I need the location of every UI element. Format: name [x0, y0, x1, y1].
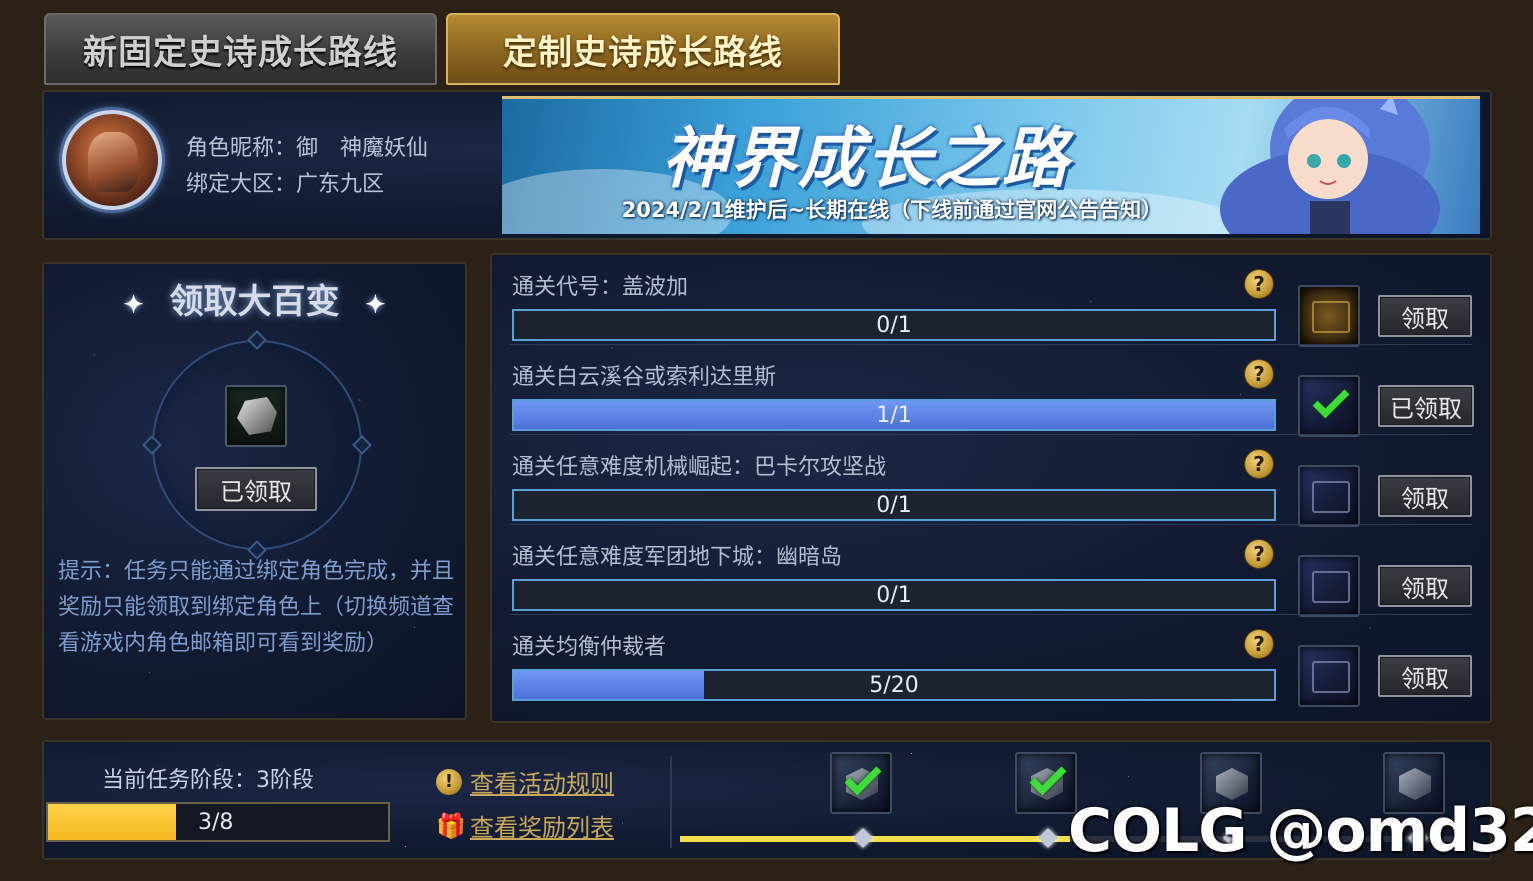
crystal-box-icon	[1312, 661, 1350, 693]
stage-reward-slot[interactable]	[830, 752, 892, 814]
quest-progress-bar: 0/1	[512, 309, 1276, 341]
sparkle-icon: ✦	[123, 289, 144, 319]
current-stage-label: 当前任务阶段：3阶段	[102, 768, 314, 793]
help-icon[interactable]: ?	[1244, 359, 1274, 389]
quest-row: 通关代号：盖波加? 0/1 领取	[492, 255, 1492, 347]
tab-custom-epic-route[interactable]: 定制史诗成长路线	[446, 13, 840, 85]
claimed-button[interactable]: 已领取	[1378, 385, 1474, 427]
quest-row: 通关白云溪谷或索利达里斯? 1/1 已领取	[492, 345, 1492, 437]
gift-icon: 🎁	[436, 811, 466, 840]
quest-progress-bar: 0/1	[512, 489, 1276, 521]
stone-icon	[237, 397, 277, 435]
quest-progress-text: 1/1	[876, 402, 912, 428]
crystal-box-icon	[1312, 481, 1350, 513]
checkmark-icon	[1312, 381, 1350, 419]
stage-progress-text: 3/8	[198, 809, 234, 835]
stage-track-fill	[680, 836, 1070, 842]
quest-row: 通关均衡仲裁者? 5/20 领取	[492, 615, 1492, 707]
quest-title: 通关均衡仲裁者	[512, 635, 667, 660]
region-label: 绑定大区：	[186, 172, 297, 197]
avatar	[62, 110, 162, 210]
help-icon[interactable]: ?	[1244, 539, 1274, 569]
quest-progress-text: 0/1	[876, 312, 912, 338]
big-reward-panel: ✦ 领取大百变 ✦ 已领取 提示：任务只能通过绑定角色完成，并且奖励只能领取到绑…	[42, 262, 467, 720]
view-rewards-link[interactable]: 查看奖励列表	[470, 808, 614, 843]
stage-progress-fill	[48, 804, 176, 840]
track-node	[853, 828, 873, 848]
quest-reward-slot[interactable]	[1298, 285, 1360, 347]
quest-reward-slot[interactable]	[1298, 375, 1360, 437]
reward-title: 领取大百变	[169, 282, 340, 322]
avatar-portrait	[88, 132, 138, 192]
quest-title: 通关代号：盖波加	[512, 275, 689, 300]
nickname-line: 角色昵称：御 神魔妖仙	[186, 130, 428, 162]
big-reward-claimed-button[interactable]: 已领取	[195, 467, 317, 511]
treasure-chest-icon	[1312, 301, 1350, 333]
quest-progress-bar: 1/1	[512, 399, 1276, 431]
quest-title: 通关任意难度机械崛起：巴卡尔攻坚战	[512, 455, 887, 480]
quest-title: 通关任意难度军团地下城：幽暗岛	[512, 545, 843, 570]
app-root: 新固定史诗成长路线 定制史诗成长路线 角色昵称：御 神魔妖仙 绑定大区：广东九区…	[0, 0, 1533, 881]
reward-title-row: ✦ 领取大百变 ✦	[44, 274, 465, 323]
banner-character-illustration	[1220, 99, 1440, 234]
tab-fixed-epic-route[interactable]: 新固定史诗成长路线	[44, 13, 437, 85]
claim-button[interactable]: 领取	[1378, 655, 1472, 697]
quest-row: 通关任意难度军团地下城：幽暗岛? 0/1 领取	[492, 525, 1492, 617]
quest-progress-text: 5/20	[869, 672, 919, 698]
region-value: 广东九区	[296, 172, 385, 197]
divider	[670, 756, 672, 848]
claim-button[interactable]: 领取	[1378, 475, 1472, 517]
crystal-box-icon	[1312, 571, 1350, 603]
banner-subtitle: 2024/2/1维护后~长期在线（下线前通过官网公告告知）	[621, 198, 1163, 222]
view-rules-link[interactable]: 查看活动规则	[470, 764, 614, 799]
ring-diamond	[352, 435, 372, 455]
ring-diamond	[247, 330, 267, 350]
rules-link-row[interactable]: ! 查看活动规则	[436, 764, 614, 799]
quest-reward-slot[interactable]	[1298, 645, 1360, 707]
stage-progress-bar: 3/8	[46, 802, 390, 842]
sparkle-icon: ✦	[365, 289, 386, 319]
info-icon: !	[436, 768, 462, 795]
quest-row: 通关任意难度机械崛起：巴卡尔攻坚战? 0/1 领取	[492, 435, 1492, 527]
help-icon[interactable]: ?	[1244, 269, 1274, 299]
rewards-link-row[interactable]: 🎁 查看奖励列表	[436, 808, 614, 843]
quest-title: 通关白云溪谷或索利达里斯	[512, 365, 777, 390]
region-line: 绑定大区：广东九区	[186, 166, 384, 198]
help-icon[interactable]: ?	[1244, 629, 1274, 659]
reward-tip: 提示：任务只能通过绑定角色完成，并且奖励只能领取到绑定角色上（切换频道查看游戏内…	[58, 559, 455, 656]
character-header: 角色昵称：御 神魔妖仙 绑定大区：广东九区 神界成长之路 2024/2/1维护后…	[42, 90, 1492, 240]
claim-button[interactable]: 领取	[1378, 295, 1472, 337]
track-node	[1038, 828, 1058, 848]
ring-diamond	[142, 435, 162, 455]
watermark: COLG @omd32	[1068, 796, 1533, 866]
quest-progress-text: 0/1	[876, 582, 912, 608]
quest-progress-text: 0/1	[876, 492, 912, 518]
claim-button[interactable]: 领取	[1378, 565, 1472, 607]
event-banner: 神界成长之路 2024/2/1维护后~长期在线（下线前通过官网公告告知）	[502, 96, 1480, 234]
nickname-value: 御 神魔妖仙	[296, 136, 429, 161]
quest-reward-slot[interactable]	[1298, 465, 1360, 527]
help-icon[interactable]: ?	[1244, 449, 1274, 479]
quest-reward-slot[interactable]	[1298, 555, 1360, 617]
nickname-label: 角色昵称：	[186, 136, 297, 161]
reward-item-slot[interactable]	[225, 385, 287, 447]
quest-progress-bar: 5/20	[512, 669, 1276, 701]
quest-progress-bar: 0/1	[512, 579, 1276, 611]
quest-list-panel: 通关代号：盖波加? 0/1 领取 通关白云溪谷或索利达里斯? 1/1 已领取 通关任意难度机…	[490, 253, 1492, 723]
banner-title: 神界成长之路	[662, 119, 1070, 197]
